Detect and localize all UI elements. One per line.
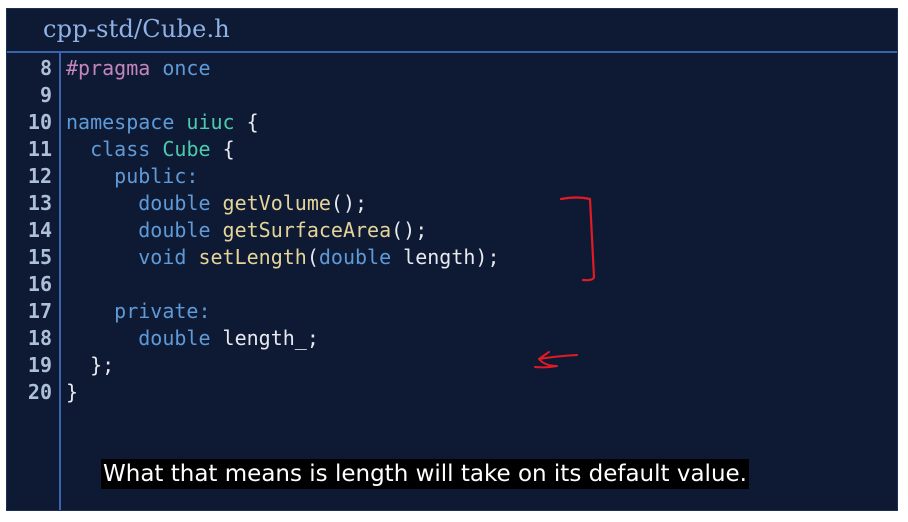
annotation-layer [534, 196, 596, 369]
red-bracket-annotation [559, 196, 596, 282]
slide-frame: cpp-std/Cube.h 8 #pragma once 9 10 names… [6, 8, 898, 511]
red-arrow-annotation [534, 351, 578, 369]
subtitle-caption: What that means is length will take on i… [101, 459, 749, 489]
